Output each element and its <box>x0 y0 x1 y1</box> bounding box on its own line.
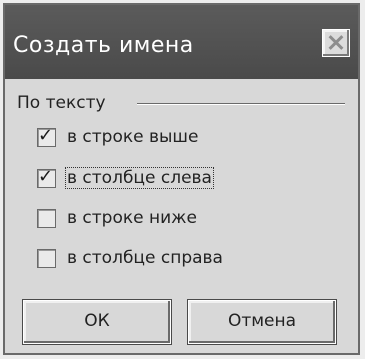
cancel-button[interactable]: Отмена <box>188 300 336 344</box>
checkmark-icon: ✓ <box>38 125 54 146</box>
option-label-col-left: в столбце слева <box>65 167 214 189</box>
group-divider <box>137 103 345 105</box>
ok-button[interactable]: ОК <box>23 300 171 344</box>
group-label: По тексту <box>17 93 106 113</box>
create-names-dialog: Создать имена По тексту ✓ в строке выше … <box>3 3 360 355</box>
checkmark-icon: ✓ <box>38 166 54 187</box>
option-label-row-below: в строке ниже <box>67 208 197 228</box>
checkbox-col-left[interactable]: ✓ <box>37 166 56 188</box>
option-label-row-above: в строке выше <box>67 127 199 147</box>
checkbox-row-above[interactable]: ✓ <box>37 125 56 147</box>
checkbox-col-right[interactable] <box>37 249 56 268</box>
option-label-col-right: в столбце справа <box>67 248 223 268</box>
checkbox-row-below[interactable] <box>37 209 56 228</box>
